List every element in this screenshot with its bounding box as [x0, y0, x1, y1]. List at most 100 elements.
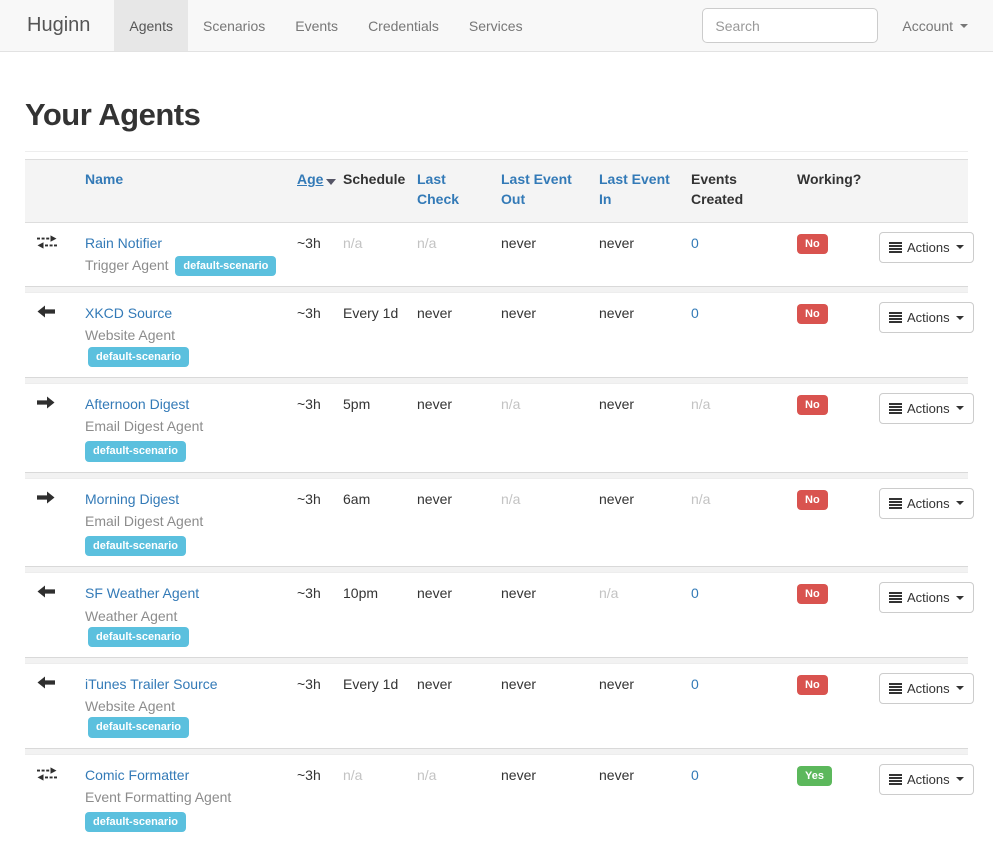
- schedule-cell: 6am: [335, 478, 409, 567]
- last-check-cell: never: [409, 293, 493, 378]
- last-event-out-cell: n/a: [493, 383, 591, 472]
- last-check-cell: n/a: [409, 754, 493, 842]
- age-cell: ~3h: [289, 573, 335, 658]
- working-cell: No: [789, 663, 871, 748]
- name-cell: Rain Notifier Trigger Agent default-scen…: [77, 222, 289, 286]
- sort-link-name[interactable]: Name: [85, 171, 123, 187]
- column-header-working: Working?: [789, 160, 871, 223]
- chevron-down-icon: [956, 406, 964, 410]
- actions-button[interactable]: Actions: [879, 302, 974, 333]
- table-row: Morning Digest Email Digest Agent defaul…: [25, 478, 968, 567]
- search-input[interactable]: [702, 8, 878, 43]
- chevron-down-icon: [956, 686, 964, 690]
- events-count-link[interactable]: 0: [691, 767, 699, 783]
- status-badge: No: [797, 304, 828, 324]
- agent-name-link[interactable]: iTunes Trailer Source: [85, 676, 218, 692]
- last-check-cell: never: [409, 663, 493, 748]
- column-header-icon: [25, 160, 77, 223]
- account-menu[interactable]: Account: [902, 0, 968, 51]
- events-count-link[interactable]: 0: [691, 235, 699, 251]
- name-cell: Morning Digest Email Digest Agent defaul…: [77, 478, 289, 567]
- events-created-cell: 0: [683, 573, 789, 658]
- agent-type: Trigger Agent: [85, 257, 169, 273]
- agent-name-link[interactable]: Morning Digest: [85, 491, 179, 507]
- agent-type: Website Agent: [85, 698, 175, 714]
- events-count-link[interactable]: 0: [691, 305, 699, 321]
- agent-name-link[interactable]: XKCD Source: [85, 305, 172, 321]
- column-header-events-created: Events Created: [683, 160, 789, 223]
- column-header-last-event-out: Last Event Out: [493, 160, 591, 223]
- list-icon: [889, 683, 902, 694]
- sort-caret-icon: [326, 179, 336, 185]
- schedule-cell: 5pm: [335, 383, 409, 472]
- last-event-out-cell: never: [493, 222, 591, 286]
- scenario-badge[interactable]: default-scenario: [88, 717, 189, 737]
- actions-cell: Actions: [871, 663, 968, 748]
- working-cell: No: [789, 293, 871, 378]
- age-cell: ~3h: [289, 293, 335, 378]
- agent-name-link[interactable]: Rain Notifier: [85, 235, 162, 251]
- transfer-icon: [37, 235, 73, 249]
- agent-name-link[interactable]: SF Weather Agent: [85, 585, 199, 601]
- age-cell: ~3h: [289, 222, 335, 286]
- actions-button-label: Actions: [907, 772, 950, 787]
- scenario-badge[interactable]: default-scenario: [88, 627, 189, 647]
- working-cell: No: [789, 222, 871, 286]
- nav-item-events[interactable]: Events: [280, 0, 353, 51]
- arrow-right-icon: [37, 396, 73, 409]
- nav-item-scenarios[interactable]: Scenarios: [188, 0, 280, 51]
- actions-button[interactable]: Actions: [879, 393, 974, 424]
- actions-button-label: Actions: [907, 401, 950, 416]
- transfer-icon: [37, 767, 73, 781]
- last-event-out-cell: never: [493, 754, 591, 842]
- name-cell: iTunes Trailer Source Website Agent defa…: [77, 663, 289, 748]
- agent-name-link[interactable]: Afternoon Digest: [85, 396, 189, 412]
- last-check-cell: n/a: [409, 222, 493, 286]
- sort-link-age[interactable]: Age: [297, 171, 323, 187]
- sort-link-last-check[interactable]: Last Check: [417, 171, 459, 207]
- status-badge: No: [797, 395, 828, 415]
- last-event-out-cell: never: [493, 573, 591, 658]
- actions-button[interactable]: Actions: [879, 232, 974, 263]
- scenario-badge[interactable]: default-scenario: [85, 536, 186, 556]
- table-row: SF Weather Agent Weather Agent default-s…: [25, 573, 968, 658]
- scenario-badge[interactable]: default-scenario: [85, 441, 186, 461]
- brand-huginn[interactable]: Huginn: [27, 0, 90, 51]
- nav-item-credentials[interactable]: Credentials: [353, 0, 454, 51]
- actions-button[interactable]: Actions: [879, 488, 974, 519]
- actions-button[interactable]: Actions: [879, 582, 974, 613]
- nav-item-services[interactable]: Services: [454, 0, 538, 51]
- actions-button[interactable]: Actions: [879, 673, 974, 704]
- list-icon: [889, 403, 902, 414]
- table-header-row: Name Age Schedule Last Check Last Event …: [25, 160, 968, 223]
- actions-button-label: Actions: [907, 310, 950, 325]
- sort-link-last-event-in[interactable]: Last Event In: [599, 171, 670, 207]
- nav-item-agents[interactable]: Agents: [114, 0, 188, 51]
- navbar: Huginn Agents Scenarios Events Credentia…: [0, 0, 993, 52]
- divider: [25, 151, 968, 152]
- status-badge: Yes: [797, 766, 832, 786]
- page-title: Your Agents: [25, 97, 968, 133]
- agent-type: Email Digest Agent: [85, 418, 203, 434]
- schedule-cell: 10pm: [335, 573, 409, 658]
- actions-button-label: Actions: [907, 496, 950, 511]
- scenario-badge[interactable]: default-scenario: [175, 256, 276, 276]
- agent-name-link[interactable]: Comic Formatter: [85, 767, 189, 783]
- actions-button[interactable]: Actions: [879, 764, 974, 795]
- list-icon: [889, 498, 902, 509]
- name-cell: Afternoon Digest Email Digest Agent defa…: [77, 383, 289, 472]
- scenario-badge[interactable]: default-scenario: [85, 812, 186, 832]
- events-created-cell: n/a: [683, 478, 789, 567]
- agent-type: Weather Agent: [85, 608, 177, 624]
- working-cell: No: [789, 573, 871, 658]
- events-count-link[interactable]: 0: [691, 585, 699, 601]
- actions-cell: Actions: [871, 754, 968, 842]
- scenario-badge[interactable]: default-scenario: [88, 347, 189, 367]
- actions-button-label: Actions: [907, 590, 950, 605]
- events-count-link[interactable]: 0: [691, 676, 699, 692]
- last-event-in-cell: never: [591, 478, 683, 567]
- sort-link-last-event-out[interactable]: Last Event Out: [501, 171, 572, 207]
- last-event-out-cell: n/a: [493, 478, 591, 567]
- actions-cell: Actions: [871, 293, 968, 378]
- last-event-in-cell: never: [591, 293, 683, 378]
